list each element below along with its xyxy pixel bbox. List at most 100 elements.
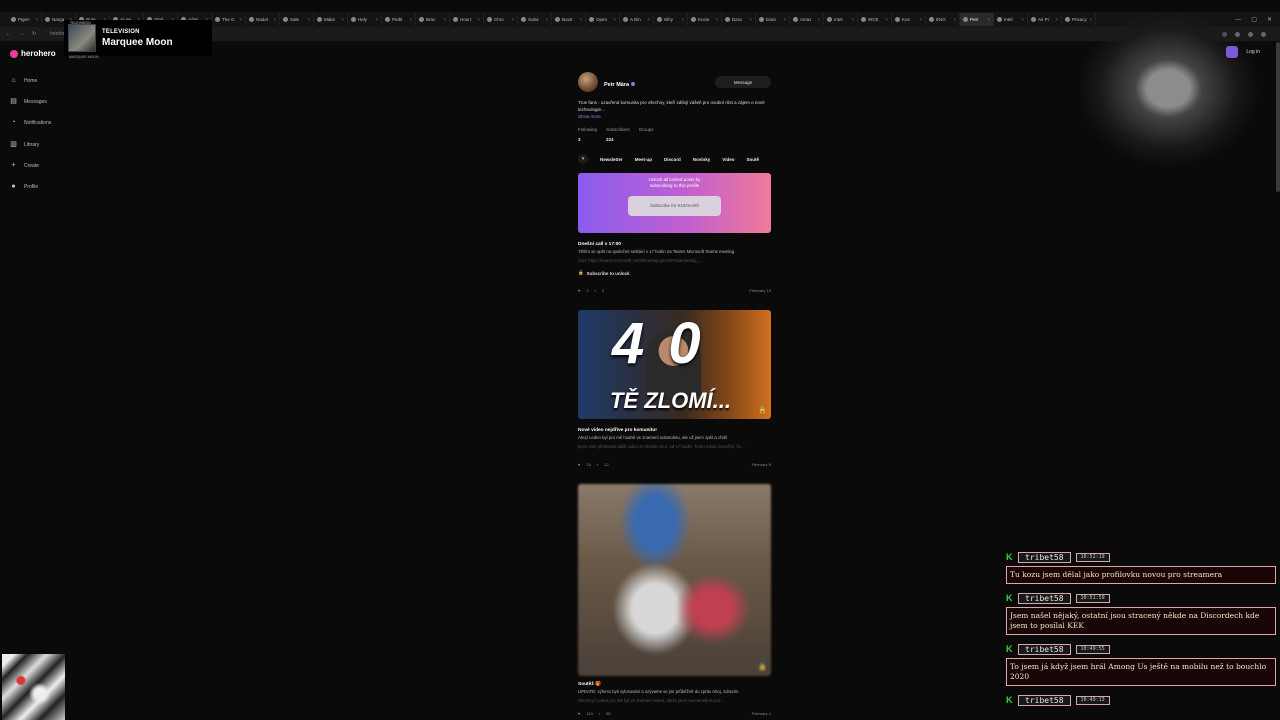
close-tab-icon[interactable]: × [715, 17, 718, 22]
like-icon[interactable]: ♥ [578, 462, 580, 467]
browser-tab[interactable]: A Din × [620, 13, 654, 26]
browser-tab[interactable]: Open × [586, 13, 620, 26]
comment-icon[interactable]: ▪ [595, 288, 596, 293]
tab-3[interactable]: Novinky [693, 157, 711, 162]
like-icon[interactable]: ♥ [578, 288, 580, 293]
close-tab-icon[interactable]: × [1055, 17, 1058, 22]
browser-tab[interactable]: Nadal × [246, 13, 280, 26]
browser-tab[interactable]: Suba × [518, 13, 552, 26]
browser-tab[interactable]: Why × [654, 13, 688, 26]
profile-avatar[interactable] [578, 72, 598, 92]
close-tab-icon[interactable]: × [443, 17, 446, 22]
subscribe-to-unlock-button[interactable]: 🔒 Subscribe to unlock [578, 270, 771, 276]
browser-tab[interactable]: Intel × [994, 13, 1028, 26]
close-tab-icon[interactable]: × [579, 17, 582, 22]
login-button[interactable]: Log in [1246, 49, 1260, 55]
tab-0[interactable]: Newsletter [600, 157, 623, 162]
chevron-down-icon[interactable]: ▾ [578, 154, 588, 164]
user-avatar[interactable] [1226, 46, 1239, 58]
close-tab-icon[interactable]: × [817, 17, 820, 22]
close-tab-icon[interactable]: × [749, 17, 752, 22]
browser-tab[interactable]: Pedit × [382, 13, 416, 26]
browser-tab[interactable]: Pigen × [8, 13, 42, 26]
blurred-thumbnail[interactable]: 🔒 [578, 484, 771, 676]
close-tab-icon[interactable]: × [953, 17, 956, 22]
close-tab-icon[interactable]: × [1021, 17, 1024, 22]
kick-badge-icon: K [1006, 695, 1013, 705]
logo-text: herohero [21, 49, 56, 58]
tab-4[interactable]: Video [722, 157, 734, 162]
stat-groups[interactable]: Groups [639, 127, 654, 142]
close-tab-icon[interactable]: × [987, 17, 990, 22]
close-tab-icon[interactable]: × [341, 17, 344, 22]
chat-username[interactable]: tribet58 [1018, 551, 1071, 563]
browser-tab[interactable]: Air Pi × [1028, 13, 1062, 26]
browser-tab[interactable]: Petr × [960, 13, 994, 26]
browser-tab[interactable]: brain × [756, 13, 790, 26]
reload-icon[interactable]: ↻ [32, 31, 36, 37]
browser-tab[interactable]: Kos × [892, 13, 926, 26]
tab-2[interactable]: Discord [664, 157, 681, 162]
post-title[interactable]: Soutěž 🎁 [578, 682, 771, 687]
close-tab-icon[interactable]: × [885, 17, 888, 22]
chat-username[interactable]: tribet58 [1018, 694, 1071, 706]
sidebar-item-home[interactable]: ⌂ Home [10, 70, 51, 91]
post-title[interactable]: Nové video nejdříve pro komunitu! [578, 428, 771, 433]
post-title[interactable]: Dnešní call v 17:00 [578, 242, 771, 247]
close-tab-icon[interactable]: × [239, 17, 242, 22]
chat-username[interactable]: tribet58 [1018, 643, 1071, 655]
sidebar-item-create[interactable]: + Create [10, 155, 51, 176]
subscribe-button[interactable]: Subscribe for €10/month [628, 195, 721, 216]
message-button[interactable]: Message [715, 76, 771, 88]
browser-tab[interactable]: ENG × [926, 13, 960, 26]
close-tab-icon[interactable]: × [477, 17, 480, 22]
close-tab-icon[interactable]: × [511, 17, 514, 22]
browser-tab[interactable]: Brav × [416, 13, 450, 26]
chat-username[interactable]: tribet58 [1018, 592, 1071, 604]
back-icon[interactable]: ← [6, 31, 11, 37]
like-icon[interactable]: ♥ [578, 711, 580, 716]
show-more-link[interactable]: Show more [578, 114, 771, 119]
sidebar-item-messages[interactable]: ▤ Messages [10, 91, 51, 112]
browser-tab[interactable]: Amaz × [790, 13, 824, 26]
tab-1[interactable]: Meet-up [635, 157, 652, 162]
close-tab-icon[interactable]: × [647, 17, 650, 22]
browser-tab[interactable]: WCE × [858, 13, 892, 26]
forward-icon[interactable]: → [19, 31, 24, 37]
favicon-icon [725, 17, 730, 22]
browser-tab[interactable]: Hely × [348, 13, 382, 26]
browser-tab[interactable]: How t × [450, 13, 484, 26]
site-logo[interactable]: herohero [10, 49, 56, 58]
browser-tab[interactable]: Intel × [824, 13, 858, 26]
close-tab-icon[interactable]: × [919, 17, 922, 22]
stat-subscribers[interactable]: Subscribers 224 [606, 127, 630, 142]
sidebar-item-notifications[interactable]: ◔ Notifications [10, 113, 51, 134]
browser-tab[interactable]: Make × [314, 13, 348, 26]
browser-tab[interactable]: Know × [688, 13, 722, 26]
browser-tab[interactable]: Boxtr × [552, 13, 586, 26]
like-count: 4 [586, 287, 589, 293]
close-tab-icon[interactable]: × [851, 17, 854, 22]
tab-5[interactable]: Soutě [746, 157, 759, 162]
close-tab-icon[interactable]: × [613, 17, 616, 22]
browser-tab[interactable]: The G × [212, 13, 246, 26]
close-tab-icon[interactable]: × [273, 17, 276, 22]
close-tab-icon[interactable]: × [307, 17, 310, 22]
video-thumbnail[interactable]: 4 0 TĚ ZLOMÍ... 🔒 [578, 310, 771, 419]
browser-tab[interactable]: Sale × [280, 13, 314, 26]
close-tab-icon[interactable]: × [783, 17, 786, 22]
close-tab-icon[interactable]: × [681, 17, 684, 22]
stat-following[interactable]: Following 3 [578, 127, 597, 142]
profile-name[interactable]: Petr Mára [604, 82, 629, 88]
sidebar-item-library[interactable]: ▥ Library [10, 134, 51, 155]
close-tab-icon[interactable]: × [409, 17, 412, 22]
sidebar-item-profile[interactable]: ● Profile [10, 176, 51, 197]
browser-tab[interactable]: Dara × [722, 13, 756, 26]
close-tab-icon[interactable]: × [375, 17, 378, 22]
scrollbar[interactable] [1276, 42, 1280, 192]
close-tab-icon[interactable]: × [35, 17, 38, 22]
comment-icon[interactable]: ▪ [599, 711, 600, 716]
browser-tab[interactable]: Chro × [484, 13, 518, 26]
close-tab-icon[interactable]: × [545, 17, 548, 22]
comment-icon[interactable]: ▪ [597, 462, 598, 467]
